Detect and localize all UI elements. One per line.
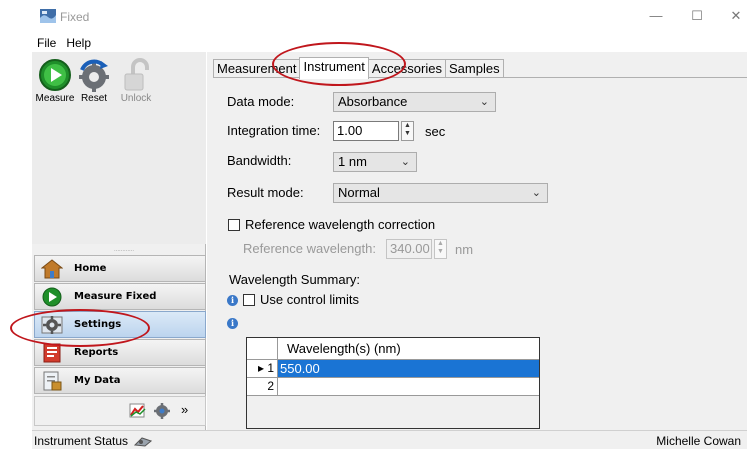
nav-label-my-data: My Data bbox=[74, 375, 121, 386]
use-control-limits-label: Use control limits bbox=[260, 292, 359, 307]
data-mode-select[interactable]: Absorbance ⌄ bbox=[333, 92, 496, 112]
left-pane: Measure Reset Unlock ............ Home M… bbox=[32, 52, 206, 430]
status-bar: Instrument Status Michelle Cowan bbox=[32, 430, 747, 449]
reset-gear-icon bbox=[79, 59, 109, 92]
nav-item-measure-fixed[interactable]: Measure Fixed bbox=[34, 283, 206, 310]
integration-time-unit: sec bbox=[425, 124, 446, 139]
minimize-button[interactable]: — bbox=[645, 7, 667, 25]
close-button[interactable]: ✕ bbox=[725, 7, 747, 25]
reference-wavelength-input[interactable]: 340.00 bbox=[386, 239, 432, 259]
nav-label-home: Home bbox=[74, 263, 107, 274]
bandwidth-select[interactable]: 1 nm ⌄ bbox=[333, 152, 417, 172]
menu-bar: File Help bbox=[32, 34, 96, 52]
play-icon bbox=[39, 59, 71, 91]
navigation-pane: Home Measure Fixed Settings Reports My D… bbox=[34, 255, 206, 395]
integration-time-spinner[interactable]: ▲ ▼ bbox=[401, 121, 414, 141]
measure-label: Measure bbox=[35, 93, 75, 104]
instrument-status-label: Instrument Status bbox=[34, 434, 129, 448]
info-icon[interactable]: i bbox=[227, 295, 238, 306]
integration-time-label: Integration time: bbox=[227, 123, 321, 138]
nav-footer: » bbox=[34, 396, 206, 426]
data-mode-value: Absorbance bbox=[338, 94, 408, 109]
wavelength-cell[interactable]: 550.00 bbox=[278, 360, 539, 377]
result-mode-value: Normal bbox=[338, 185, 380, 200]
chevron-down-icon: ⌄ bbox=[400, 156, 410, 168]
wavelength-summary-title: Wavelength Summary: bbox=[229, 272, 361, 287]
nav-label-reports: Reports bbox=[74, 347, 119, 358]
table-row[interactable]: ▸ 1 550.00 bbox=[247, 360, 539, 378]
settings-pane: Measurement Instrument Accessories Sampl… bbox=[207, 52, 747, 430]
nav-item-my-data[interactable]: My Data bbox=[34, 367, 206, 394]
tab-samples[interactable]: Samples bbox=[444, 59, 504, 79]
chevron-down-icon: ⌄ bbox=[479, 96, 489, 108]
nav-item-settings[interactable]: Settings bbox=[34, 311, 206, 338]
toolbar: Measure Reset Unlock bbox=[32, 52, 206, 244]
nav-item-home[interactable]: Home bbox=[34, 255, 206, 282]
nav-item-reports[interactable]: Reports bbox=[34, 339, 206, 366]
reference-wavelength-spinner[interactable]: ▲ ▼ bbox=[434, 239, 447, 259]
result-mode-label: Result mode: bbox=[227, 185, 304, 200]
user-name: Michelle Cowan bbox=[656, 434, 741, 448]
result-mode-select[interactable]: Normal ⌄ bbox=[333, 183, 548, 203]
menu-help[interactable]: Help bbox=[61, 34, 96, 52]
reset-button[interactable]: Reset bbox=[74, 58, 114, 112]
unlock-button[interactable]: Unlock bbox=[116, 58, 156, 112]
maximize-button[interactable]: ☐ bbox=[686, 7, 708, 25]
nav-label-settings: Settings bbox=[74, 319, 122, 330]
table-row[interactable]: 2 bbox=[247, 378, 539, 396]
row-header[interactable]: ▸ 1 bbox=[247, 360, 278, 377]
wavelength-grid[interactable]: Wavelength(s) (nm) ▸ 1 550.00 2 bbox=[246, 337, 540, 429]
nav-label-measure-fixed: Measure Fixed bbox=[74, 291, 157, 302]
measure-fixed-icon bbox=[40, 286, 64, 308]
chevron-down-icon: ⌄ bbox=[531, 187, 541, 199]
info-icon[interactable]: i bbox=[227, 318, 238, 329]
settings-icon bbox=[40, 314, 64, 336]
wavelength-cell[interactable] bbox=[278, 378, 539, 395]
use-control-limits-checkbox[interactable] bbox=[243, 294, 255, 306]
window-title: Fixed bbox=[60, 10, 90, 24]
row-header[interactable]: 2 bbox=[247, 378, 278, 395]
reference-wavelength-label: Reference wavelength: bbox=[243, 241, 376, 256]
chart-shortcut-icon[interactable] bbox=[129, 403, 147, 419]
instrument-status-icon bbox=[134, 437, 153, 447]
reference-correction-label: Reference wavelength correction bbox=[245, 217, 436, 232]
wavelength-column-header[interactable]: Wavelength(s) (nm) bbox=[287, 341, 401, 356]
integration-time-input[interactable]: 1.00 bbox=[333, 121, 399, 141]
app-icon bbox=[40, 9, 56, 23]
title-bar: Fixed — ☐ ✕ bbox=[0, 0, 747, 32]
reference-wavelength-unit: nm bbox=[455, 242, 474, 257]
instrument-status[interactable]: Instrument Status bbox=[34, 434, 153, 448]
tab-strip: Measurement Instrument Accessories Sampl… bbox=[213, 57, 504, 79]
tab-accessories[interactable]: Accessories bbox=[367, 59, 446, 79]
measure-button[interactable]: Measure bbox=[35, 58, 75, 112]
my-data-icon bbox=[40, 370, 64, 392]
splitter-grip[interactable]: ............ bbox=[114, 247, 134, 253]
data-mode-label: Data mode: bbox=[227, 94, 295, 109]
tab-measurement[interactable]: Measurement bbox=[213, 59, 301, 79]
reports-icon bbox=[40, 342, 64, 364]
tab-instrument[interactable]: Instrument bbox=[299, 57, 369, 79]
bandwidth-value: 1 nm bbox=[338, 154, 367, 169]
menu-file[interactable]: File bbox=[32, 34, 61, 52]
gear-shortcut-icon[interactable] bbox=[153, 402, 171, 420]
bandwidth-label: Bandwidth: bbox=[227, 153, 292, 168]
unlock-label: Unlock bbox=[120, 93, 152, 104]
home-icon bbox=[40, 258, 64, 280]
reset-label: Reset bbox=[80, 93, 108, 104]
overflow-chevron-icon[interactable]: » bbox=[181, 402, 188, 417]
grid-header: Wavelength(s) (nm) bbox=[247, 338, 539, 360]
grid-corner bbox=[247, 338, 278, 360]
padlock-icon bbox=[124, 58, 149, 91]
reference-correction-checkbox[interactable] bbox=[228, 219, 240, 231]
